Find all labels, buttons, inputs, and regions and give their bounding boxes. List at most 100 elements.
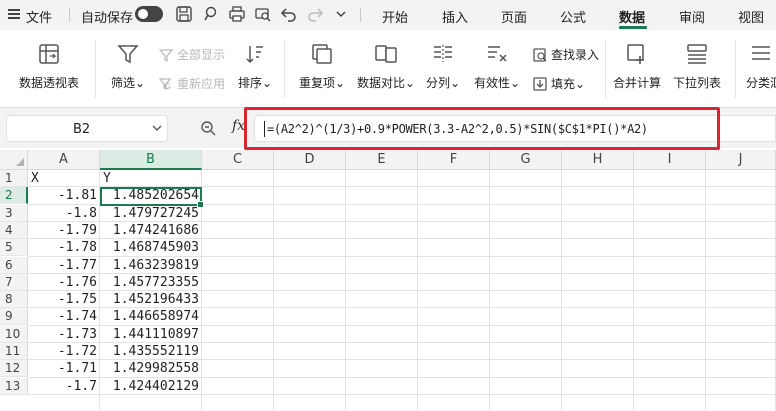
tab-data[interactable]: 数据 bbox=[619, 7, 645, 26]
compare-icon bbox=[375, 45, 397, 63]
tab-view[interactable]: 视图 bbox=[738, 7, 764, 26]
cell-a[interactable]: -1.76 bbox=[28, 274, 100, 291]
cell-b[interactable]: 1.457723355 bbox=[100, 274, 202, 291]
cell-a[interactable]: -1.7 bbox=[28, 378, 100, 395]
lookup-icon bbox=[533, 47, 547, 62]
cell-b[interactable]: 1.474241686 bbox=[100, 222, 202, 239]
row-header[interactable]: 12 bbox=[0, 360, 28, 378]
chevron-down-icon: ⌄ bbox=[575, 76, 586, 91]
format-painter-icon[interactable] bbox=[201, 5, 219, 23]
reapply-button[interactable]: 重新应用 bbox=[158, 75, 225, 92]
cell-a[interactable]: -1.75 bbox=[28, 291, 100, 308]
column-header-j[interactable]: J bbox=[706, 150, 776, 170]
dropdown-list-button[interactable]: 下拉列表 bbox=[671, 42, 723, 91]
lookup-entry-button[interactable]: 查找录入 bbox=[532, 46, 599, 63]
cell-b[interactable]: 1.441110897 bbox=[100, 326, 202, 343]
autosave-toggle[interactable] bbox=[135, 6, 163, 22]
row-header[interactable]: 7 bbox=[0, 273, 28, 291]
ribbon: 数据透视表 筛选⌄ 全部显示 重新应用 排序⌄ 重复项⌄ 数据对比⌄ 分列⌄ 有… bbox=[0, 30, 776, 108]
cell-a[interactable]: -1.72 bbox=[28, 343, 100, 360]
cell-b[interactable]: 1.429982558 bbox=[100, 360, 202, 377]
row-header[interactable]: 3 bbox=[0, 204, 28, 222]
duplicates-icon bbox=[312, 44, 332, 64]
chevron-down-icon: ⌄ bbox=[334, 76, 346, 90]
cell-b[interactable]: 1.446658974 bbox=[100, 308, 202, 325]
cell-a[interactable]: -1.74 bbox=[28, 308, 100, 325]
divider bbox=[735, 40, 736, 98]
cell-b[interactable]: 1.463239819 bbox=[100, 257, 202, 274]
print-preview-icon[interactable] bbox=[254, 5, 272, 23]
validity-button[interactable]: 有效性⌄ bbox=[472, 42, 522, 91]
chevron-down-icon[interactable] bbox=[332, 5, 350, 23]
redo-icon[interactable] bbox=[306, 5, 324, 23]
zoom-icon[interactable] bbox=[200, 120, 216, 136]
chevron-down-icon: ⌄ bbox=[509, 76, 521, 90]
spreadsheet-grid[interactable]: A B C D E F G H I J 1 X Y 2 -1.81 1.485202654 3 -1.8 1.479… bbox=[0, 150, 776, 411]
split-column-button[interactable]: 分列⌄ bbox=[424, 42, 462, 91]
consolidate-button[interactable]: 合并计算 bbox=[612, 42, 662, 91]
row-header[interactable]: 10 bbox=[0, 325, 28, 343]
select-all-corner[interactable] bbox=[0, 150, 28, 170]
filter-button[interactable]: 筛选⌄ bbox=[108, 42, 148, 91]
column-header-a[interactable]: A bbox=[28, 150, 100, 170]
row-header[interactable]: 5 bbox=[0, 239, 28, 257]
cell-b[interactable]: 1.479727245 bbox=[100, 205, 202, 222]
menu-icon[interactable] bbox=[8, 7, 20, 21]
row-header[interactable]: 6 bbox=[0, 256, 28, 274]
file-menu[interactable]: 文件 bbox=[26, 7, 52, 26]
duplicates-button[interactable]: 重复项⌄ bbox=[298, 42, 346, 91]
cell-a[interactable]: -1.78 bbox=[28, 239, 100, 256]
cell-a[interactable]: -1.71 bbox=[28, 360, 100, 377]
cell-b[interactable]: 1.452196433 bbox=[100, 291, 202, 308]
show-all-button[interactable]: 全部显示 bbox=[158, 46, 225, 63]
column-header-e[interactable]: E bbox=[346, 150, 418, 170]
cell-a[interactable]: -1.8 bbox=[28, 205, 100, 222]
reapply-icon bbox=[158, 77, 172, 90]
column-header-b[interactable]: B bbox=[100, 150, 202, 170]
save-icon[interactable] bbox=[175, 5, 193, 23]
row-header[interactable]: 9 bbox=[0, 308, 28, 326]
tab-formulas[interactable]: 公式 bbox=[560, 7, 586, 26]
row-header[interactable]: 1 bbox=[0, 170, 28, 187]
row-header[interactable]: 4 bbox=[0, 221, 28, 239]
cell-a[interactable]: -1.73 bbox=[28, 326, 100, 343]
cell-b[interactable]: 1.435552119 bbox=[100, 343, 202, 360]
cell-b[interactable]: 1.424402129 bbox=[100, 378, 202, 395]
undo-icon[interactable] bbox=[280, 5, 298, 23]
pivot-table-button[interactable]: 数据透视表 bbox=[16, 42, 82, 91]
tab-insert[interactable]: 插入 bbox=[442, 7, 468, 26]
tab-review[interactable]: 审阅 bbox=[679, 7, 705, 26]
row-header[interactable]: 8 bbox=[0, 291, 28, 309]
chevron-down-icon: ⌄ bbox=[449, 76, 461, 90]
fill-button[interactable]: 填充 ⌄ bbox=[532, 75, 585, 92]
tab-page[interactable]: 页面 bbox=[501, 7, 527, 26]
group-summary-button[interactable]: 分类汇 bbox=[746, 42, 776, 91]
column-header-g[interactable]: G bbox=[490, 150, 562, 170]
dropdown-list-icon bbox=[687, 44, 707, 64]
column-header-c[interactable]: C bbox=[202, 150, 274, 170]
tab-home[interactable]: 开始 bbox=[382, 7, 408, 26]
column-header-i[interactable]: I bbox=[634, 150, 706, 170]
row-header[interactable]: 2 bbox=[0, 187, 28, 205]
cell-a[interactable]: -1.77 bbox=[28, 257, 100, 274]
column-header-d[interactable]: D bbox=[274, 150, 346, 170]
cell-a[interactable]: -1.79 bbox=[28, 222, 100, 239]
divider bbox=[284, 40, 285, 98]
column-header-f[interactable]: F bbox=[418, 150, 490, 170]
pivot-table-icon bbox=[39, 44, 59, 64]
row-header[interactable]: 11 bbox=[0, 343, 28, 360]
cell-a[interactable]: -1.81 bbox=[28, 187, 100, 204]
column-header-h[interactable]: H bbox=[562, 150, 634, 170]
divider bbox=[605, 40, 606, 98]
consolidate-icon bbox=[627, 44, 644, 64]
compare-button[interactable]: 数据对比⌄ bbox=[357, 42, 415, 91]
print-icon[interactable] bbox=[228, 5, 246, 23]
active-tab-indicator bbox=[619, 26, 647, 29]
name-box[interactable]: B2 bbox=[6, 115, 168, 142]
cell-b[interactable]: Y bbox=[100, 170, 202, 187]
cell-b[interactable]: 1.468745903 bbox=[100, 239, 202, 256]
row-header[interactable]: 13 bbox=[0, 377, 28, 395]
split-column-icon bbox=[434, 45, 452, 62]
sort-button[interactable]: 排序⌄ bbox=[236, 42, 274, 91]
cell-a[interactable]: X bbox=[28, 170, 100, 187]
